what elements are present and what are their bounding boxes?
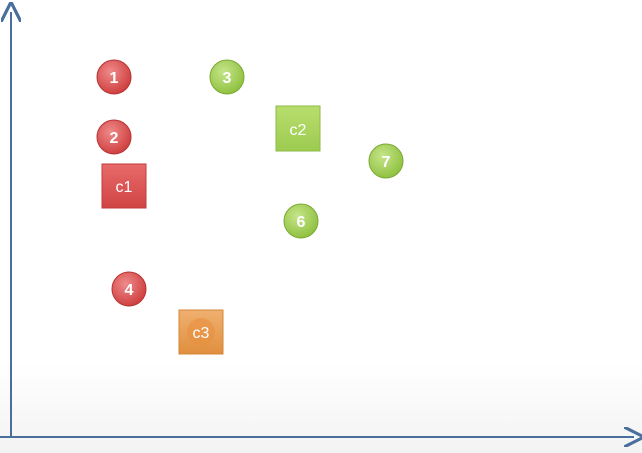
point-label: 6 [297, 214, 306, 231]
point-label: 1 [110, 70, 119, 87]
centroid-label: c1 [116, 179, 133, 196]
data-point-1: 1 [96, 59, 132, 95]
data-point-3: 3 [209, 59, 245, 95]
data-point-4: 4 [111, 271, 147, 307]
clustering-diagram: 1 2 3 4 6 7 c1 c2 c3 [0, 0, 642, 453]
data-point-7: 7 [368, 143, 404, 179]
diagram-canvas: 1 2 3 4 6 7 c1 c2 c3 [0, 0, 642, 453]
centroid-c2: c2 [275, 105, 321, 152]
centroid-c3: c3 [178, 309, 224, 355]
point-label: 7 [382, 154, 391, 171]
centroid-c1: c1 [101, 163, 147, 209]
data-point-2: 2 [96, 119, 132, 155]
point-label: 4 [125, 282, 134, 299]
data-point-6: 6 [283, 203, 319, 239]
centroid-label: c3 [193, 325, 210, 342]
point-label: 3 [223, 70, 232, 87]
centroid-label: c2 [290, 122, 307, 139]
point-label: 2 [110, 130, 119, 147]
